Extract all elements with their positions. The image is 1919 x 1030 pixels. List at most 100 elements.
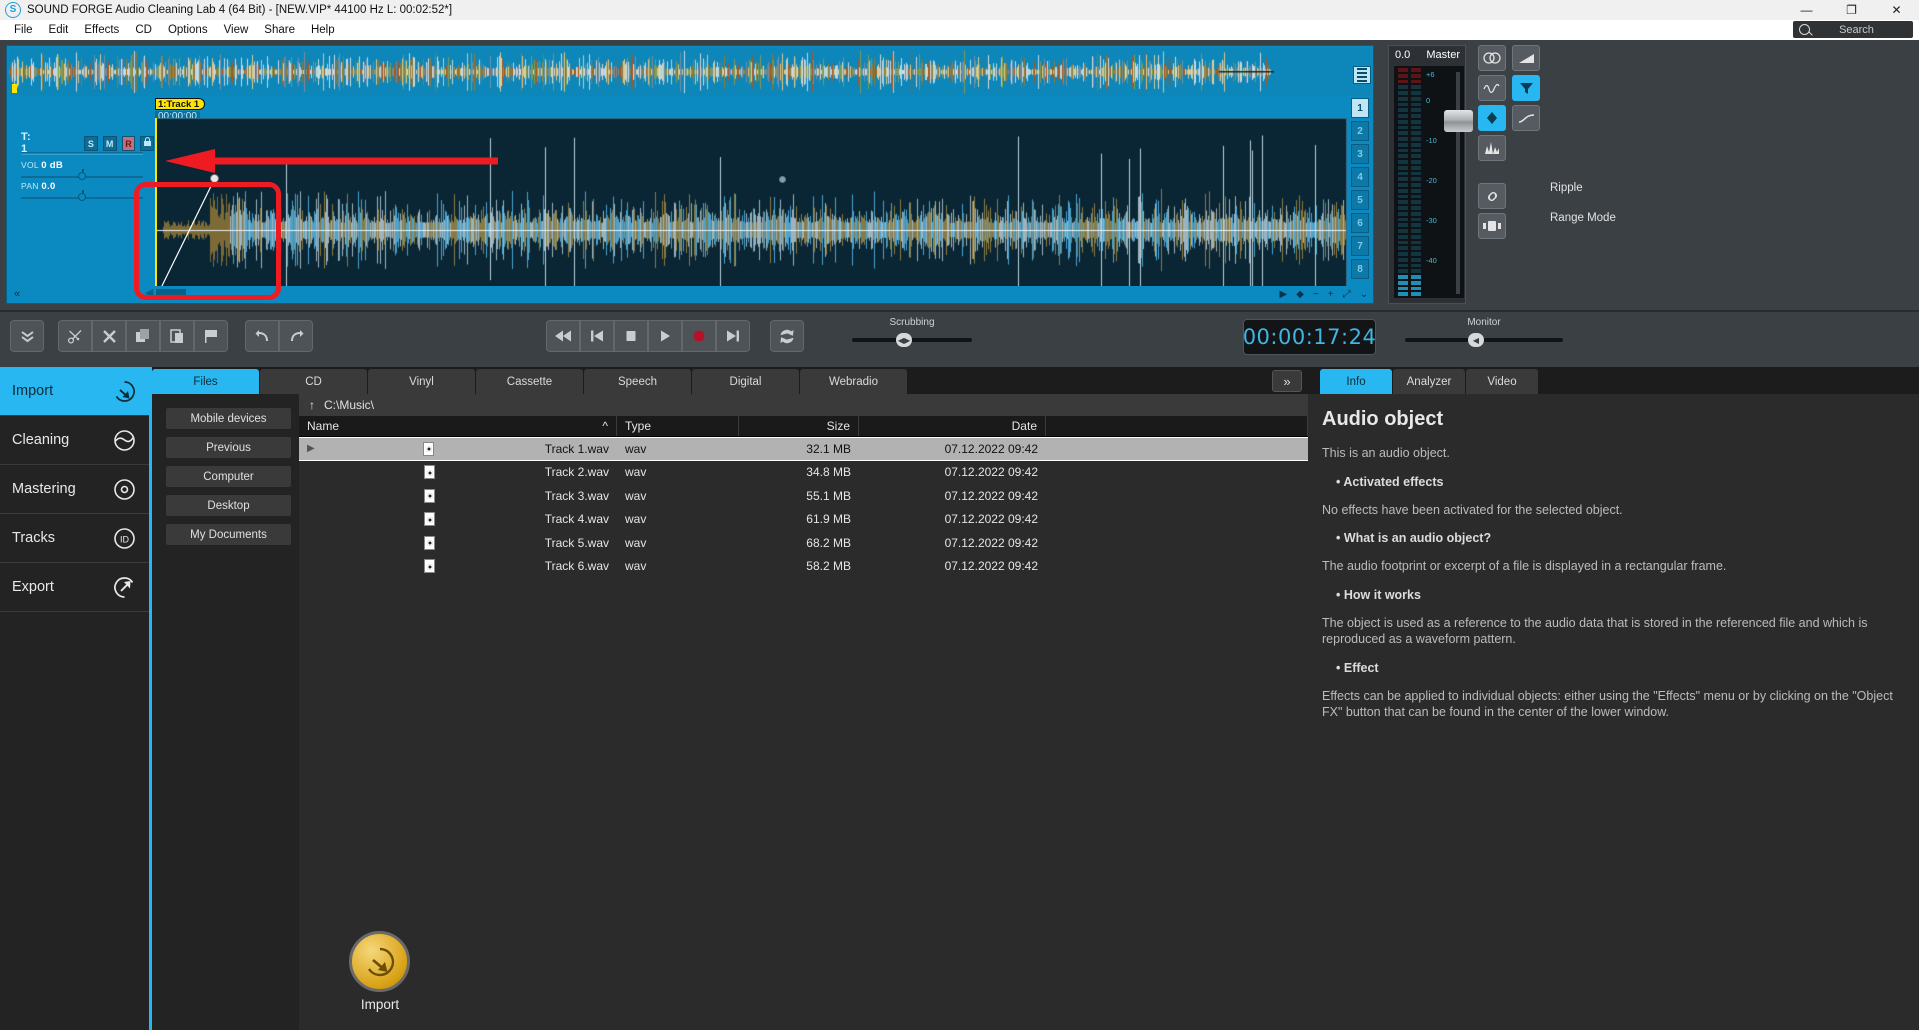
scrubbing-slider-knob[interactable]: ◀▶ [896, 333, 912, 347]
column-header-size[interactable]: Size [739, 416, 859, 436]
restore-button[interactable]: ❐ [1829, 0, 1874, 20]
fade-curve-icon[interactable] [1512, 105, 1540, 131]
scissors-cut-icon[interactable] [58, 320, 92, 352]
peaks-icon[interactable] [1478, 135, 1506, 161]
collapse-icon[interactable]: « [14, 288, 20, 300]
monitor-slider-knob[interactable]: ◀ [1468, 333, 1484, 347]
path-bar[interactable]: ↑ C:\Music\ [299, 394, 1308, 416]
sidebar-item-export[interactable]: Export [0, 563, 149, 612]
place-computer[interactable]: Computer [166, 466, 291, 487]
fade-funnel-icon[interactable] [1512, 75, 1540, 101]
cell-name[interactable]: Track 3.wav [299, 488, 617, 503]
playhead-cursor[interactable] [155, 118, 157, 298]
play-small-icon[interactable]: ▶ [1280, 289, 1288, 300]
scrubbing-slider[interactable]: ◀▶ [852, 333, 972, 347]
import-circle-icon[interactable] [349, 931, 410, 992]
loop-icon[interactable] [770, 320, 804, 352]
play-icon[interactable] [648, 320, 682, 352]
expand-triangle-icon[interactable]: ▶ [307, 443, 315, 454]
copy-icon[interactable] [126, 320, 160, 352]
paste-icon[interactable] [160, 320, 194, 352]
cell-name[interactable]: ▶ Track 1.wav [299, 441, 617, 456]
track-list-menu-icon[interactable] [1353, 66, 1371, 84]
tab-video[interactable]: Video [1466, 369, 1538, 394]
prev-marker-icon[interactable] [580, 320, 614, 352]
pan-slider-knob[interactable] [78, 193, 87, 201]
place-my-documents[interactable]: My Documents [166, 524, 291, 545]
menu-effects[interactable]: Effects [76, 24, 127, 36]
sidebar-item-mastering[interactable]: Mastering [0, 465, 149, 514]
undo-icon[interactable] [245, 320, 279, 352]
menu-view[interactable]: View [216, 24, 257, 36]
track-number-7[interactable]: 7 [1351, 236, 1369, 256]
table-row[interactable]: Track 4.wav wav 61.9 MB 07.12.2022 09:42 [299, 508, 1308, 532]
track-number-6[interactable]: 6 [1351, 213, 1369, 233]
range-icon[interactable] [1478, 213, 1506, 239]
volume-slider[interactable] [21, 169, 143, 180]
tab-analyzer[interactable]: Analyzer [1393, 369, 1465, 394]
table-row[interactable]: Track 5.wav wav 68.2 MB 07.12.2022 09:42 [299, 531, 1308, 555]
horizontal-scrollbar[interactable] [145, 286, 186, 299]
stereo-icon[interactable] [1478, 45, 1506, 71]
tab-digital[interactable]: Digital [692, 369, 799, 394]
delete-x-icon[interactable] [92, 320, 126, 352]
place-previous[interactable]: Previous [166, 437, 291, 458]
sidebar-item-import[interactable]: Import [0, 367, 149, 416]
table-row[interactable]: Track 6.wav wav 58.2 MB 07.12.2022 09:42 [299, 555, 1308, 579]
object-center-handle[interactable] [779, 176, 786, 183]
timeline-ruler[interactable]: 1:Track 1 00:00:00 [155, 98, 1345, 123]
volume-slider-knob[interactable] [78, 172, 87, 180]
fade-in-handle[interactable] [210, 174, 219, 183]
master-fader-knob[interactable] [1444, 110, 1473, 132]
master-fader-track[interactable] [1456, 72, 1460, 294]
tab-cassette[interactable]: Cassette [476, 369, 583, 394]
track-number-3[interactable]: 3 [1351, 144, 1369, 164]
zoom-in-icon[interactable]: + [1328, 289, 1334, 300]
table-row[interactable]: Track 2.wav wav 34.8 MB 07.12.2022 09:42 [299, 461, 1308, 485]
menu-help[interactable]: Help [303, 24, 343, 36]
minimize-button[interactable]: — [1784, 0, 1829, 20]
table-row[interactable]: Track 3.wav wav 55.1 MB 07.12.2022 09:42 [299, 484, 1308, 508]
place-desktop[interactable]: Desktop [166, 495, 291, 516]
stop-icon[interactable] [614, 320, 648, 352]
menu-edit[interactable]: Edit [41, 24, 77, 36]
track-number-8[interactable]: 8 [1351, 259, 1369, 279]
marker-flag-icon[interactable] [194, 320, 228, 352]
redo-icon[interactable] [279, 320, 313, 352]
track-number-5[interactable]: 5 [1351, 190, 1369, 210]
menu-share[interactable]: Share [256, 24, 303, 36]
zoom-out-icon[interactable]: − [1313, 289, 1319, 300]
column-header-date[interactable]: Date [859, 416, 1046, 436]
link-icon[interactable] [1478, 183, 1506, 209]
menu-file[interactable]: File [6, 24, 41, 36]
menu-cd[interactable]: CD [127, 24, 160, 36]
table-row[interactable]: ▶ Track 1.wav wav 32.1 MB 07.12.2022 09:42 [299, 437, 1308, 461]
track-number-2[interactable]: 2 [1351, 121, 1369, 141]
skip-end-icon[interactable] [716, 320, 750, 352]
track-name-tab[interactable]: 1:Track 1 [155, 98, 206, 110]
skip-start-icon[interactable] [546, 320, 580, 352]
tab-vinyl[interactable]: Vinyl [368, 369, 475, 394]
close-button[interactable]: ✕ [1874, 0, 1919, 20]
cell-name[interactable]: Track 6.wav [299, 559, 617, 574]
track-number-4[interactable]: 4 [1351, 167, 1369, 187]
cell-name[interactable]: Track 2.wav [299, 465, 617, 480]
tab-info[interactable]: Info [1320, 369, 1392, 394]
track-mute-button[interactable]: M [102, 135, 117, 151]
column-header-name[interactable]: Name ^ [299, 416, 617, 436]
zoom-menu-icon[interactable]: ⌄ [1360, 289, 1368, 300]
arrow-up-icon[interactable]: ↑ [309, 398, 315, 412]
waveform-icon[interactable] [1478, 75, 1506, 101]
track-timeline[interactable] [155, 118, 1347, 298]
tab-webradio[interactable]: Webradio [800, 369, 907, 394]
object-icon[interactable] [1478, 105, 1506, 131]
sidebar-item-tracks[interactable]: Tracks ID [0, 514, 149, 563]
track-number-1[interactable]: 1 [1351, 98, 1369, 118]
zoom-all-icon[interactable]: ⤢ [1343, 289, 1351, 300]
search-input[interactable]: Search [1793, 21, 1913, 38]
track-lock-icon[interactable] [140, 135, 155, 151]
pan-slider[interactable] [21, 190, 143, 201]
tab-speech[interactable]: Speech [584, 369, 691, 394]
import-button-label[interactable]: Import [324, 997, 436, 1012]
column-header-type[interactable]: Type [617, 416, 739, 436]
